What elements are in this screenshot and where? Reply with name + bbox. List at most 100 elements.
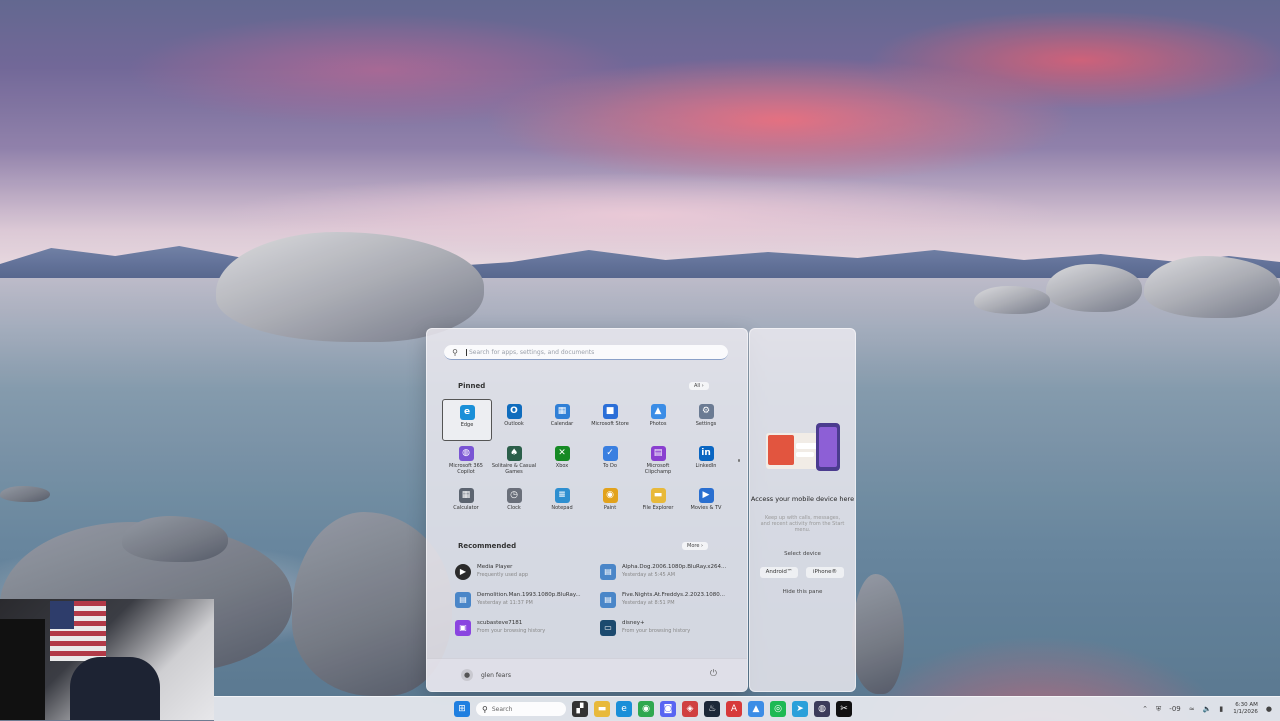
taskbar-file-explorer-icon[interactable]: ▬: [594, 701, 610, 717]
pinned-app-outlook[interactable]: O Outlook: [490, 399, 538, 439]
search-icon: ⚲: [452, 347, 458, 357]
recommended-item[interactable]: ▤ Five.Nights.At.Freddys.2.2023.1080... Ye…: [600, 589, 735, 611]
pinned-app-to-do[interactable]: ✓ To Do: [586, 441, 634, 481]
webcam-chair: [70, 657, 160, 720]
pinned-app-photos[interactable]: ▲ Photos: [634, 399, 682, 439]
twitch-icon: ▣: [455, 620, 471, 636]
chevron-up-icon[interactable]: ⌃: [1142, 705, 1148, 713]
recommended-item[interactable]: ▤ Demolition.Man.1993.1080p.BluRay... Yest…: [455, 589, 590, 611]
gear-icon: ⚙: [698, 404, 714, 419]
recommended-item[interactable]: ▶ Media Player Frequently used app: [455, 561, 590, 583]
pinned-app-calendar[interactable]: ▦ Calendar: [538, 399, 586, 439]
start-search-placeholder[interactable]: Search for apps, settings, and documents: [466, 348, 594, 356]
video-file-icon: ▤: [455, 592, 471, 608]
taskbar-windows-start-icon[interactable]: ⊞: [454, 701, 470, 717]
phone-link-description: Keep up with calls, messages, and recent…: [760, 515, 845, 533]
pinned-app-label: Settings: [695, 421, 717, 427]
pinned-app-linkedin[interactable]: in LinkedIn: [682, 441, 730, 481]
pinned-app-clock[interactable]: ◷ Clock: [490, 483, 538, 523]
recommended-title: Recommended: [458, 542, 517, 550]
pinned-app-label: Notepad: [551, 505, 573, 511]
media-player-icon: ▶: [455, 564, 471, 580]
taskbar-steam-icon[interactable]: ♨: [704, 701, 720, 717]
video-file-icon: ▤: [600, 592, 616, 608]
taskbar-photos-icon[interactable]: ▲: [748, 701, 764, 717]
pinned-app-movies-tv[interactable]: ▶ Movies & TV: [682, 483, 730, 523]
edge-icon: e: [459, 405, 475, 420]
recommended-title: disney+: [622, 620, 645, 626]
pinned-page-indicator[interactable]: [738, 459, 740, 462]
taskbar-spotify-icon[interactable]: ◎: [770, 701, 786, 717]
date-text: 1/1/2026: [1233, 709, 1258, 715]
volume-icon[interactable]: 🔈: [1203, 705, 1212, 713]
shield-icon[interactable]: ⛨: [1156, 705, 1161, 714]
android-button[interactable]: Android™: [760, 567, 798, 578]
temperature-label[interactable]: -09: [1169, 705, 1180, 713]
pinned-app-label: Calendar: [550, 421, 574, 427]
wifi-icon[interactable]: ≈: [1189, 705, 1195, 713]
pinned-app-label: File Explorer: [642, 505, 674, 511]
taskbar-edge-icon[interactable]: e: [616, 701, 632, 717]
folder-icon: ▬: [650, 488, 666, 503]
pinned-app-xbox[interactable]: ✕ Xbox: [538, 441, 586, 481]
iphone-button[interactable]: iPhone®: [806, 567, 844, 578]
recommended-title: Alpha.Dog.2006.1080p.BluRay.x264...: [622, 564, 727, 570]
recommended-item[interactable]: ▣ scubasteve7181 From your browsing histor…: [455, 617, 590, 639]
power-icon[interactable]: ⏻: [710, 669, 717, 679]
pinned-app-edge[interactable]: e Edge: [442, 399, 492, 441]
pinned-app-paint[interactable]: ◉ Paint: [586, 483, 634, 523]
pinned-app-microsoft-clipchamp[interactable]: ▤ Microsoft Clipchamp: [634, 441, 682, 481]
pinned-app-calculator[interactable]: ▦ Calculator: [442, 483, 490, 523]
taskbar-search-box[interactable]: ⚲ Search: [476, 702, 566, 716]
webcam-overlay: [0, 599, 214, 720]
clipchamp-icon: ▤: [650, 446, 666, 461]
pinned-app-label: Microsoft Store: [591, 421, 629, 427]
hide-pane-link[interactable]: Hide this pane: [750, 589, 855, 595]
pinned-app-microsoft-365-copilot[interactable]: ◍ Microsoft 365 Copilot: [442, 441, 490, 481]
copilot-icon: ◍: [458, 446, 474, 461]
start-menu: ⚲ Search for apps, settings, and documen…: [426, 328, 748, 692]
pinned-app-solitaire-casual-games[interactable]: ♠ Solitaire & Casual Games: [490, 441, 538, 481]
photos-icon: ▲: [650, 404, 666, 419]
taskbar-capcut-icon[interactable]: ✂: [836, 701, 852, 717]
user-name[interactable]: glen fears: [481, 672, 511, 679]
all-apps-button[interactable]: All ›: [689, 382, 709, 390]
taskbar-task-view-icon[interactable]: ▞: [572, 701, 588, 717]
battery-icon[interactable]: ▮: [1219, 705, 1223, 713]
search-icon: ⚲: [482, 704, 488, 714]
pinned-app-label: Paint: [603, 505, 617, 511]
phone-link-illustration: [766, 423, 840, 471]
taskbar-obs-icon[interactable]: ◍: [814, 701, 830, 717]
recommended-item[interactable]: ▤ Alpha.Dog.2006.1080p.BluRay.x264... Yest…: [600, 561, 735, 583]
more-recommended-button[interactable]: More ›: [682, 542, 708, 550]
pinned-app-label: To Do: [603, 463, 617, 469]
user-avatar-icon[interactable]: ●: [461, 669, 473, 681]
taskbar-game-icon[interactable]: ◈: [682, 701, 698, 717]
recommended-item[interactable]: ▭ disney+ From your browsing history: [600, 617, 735, 639]
video-file-icon: ▤: [600, 564, 616, 580]
pinned-app-notepad[interactable]: ≡ Notepad: [538, 483, 586, 523]
taskbar-clock[interactable]: 6:30 AM 1/1/2026: [1233, 702, 1258, 716]
paint-icon: ◉: [602, 488, 618, 503]
clock-icon: ◷: [506, 488, 522, 503]
pinned-app-label: LinkedIn: [695, 463, 717, 469]
recommended-title: Demolition.Man.1993.1080p.BluRay...: [477, 592, 581, 598]
pinned-app-file-explorer[interactable]: ▬ File Explorer: [634, 483, 682, 523]
taskbar-chrome-icon[interactable]: ◉: [638, 701, 654, 717]
pinned-app-settings[interactable]: ⚙ Settings: [682, 399, 730, 439]
calculator-icon: ▦: [458, 488, 474, 503]
notification-icon[interactable]: ●: [1266, 705, 1272, 713]
taskbar-adobe-icon[interactable]: A: [726, 701, 742, 717]
pinned-app-label: Clock: [507, 505, 521, 511]
webcam-equipment: [0, 619, 45, 720]
taskbar-telegram-icon[interactable]: ➤: [792, 701, 808, 717]
outlook-icon: O: [506, 404, 522, 419]
pinned-app-label: Calculator: [453, 505, 479, 511]
phone-link-heading: Access your mobile device here: [750, 495, 855, 503]
start-search-box[interactable]: ⚲ Search for apps, settings, and documen…: [444, 345, 728, 360]
taskbar-discord-icon[interactable]: ◙: [660, 701, 676, 717]
pinned-app-microsoft-store[interactable]: ■ Microsoft Store: [586, 399, 634, 439]
pinned-app-label: Movies & TV: [690, 505, 722, 511]
linkedin-icon: in: [698, 446, 714, 461]
pinned-app-label: Solitaire & Casual Games: [491, 463, 537, 475]
